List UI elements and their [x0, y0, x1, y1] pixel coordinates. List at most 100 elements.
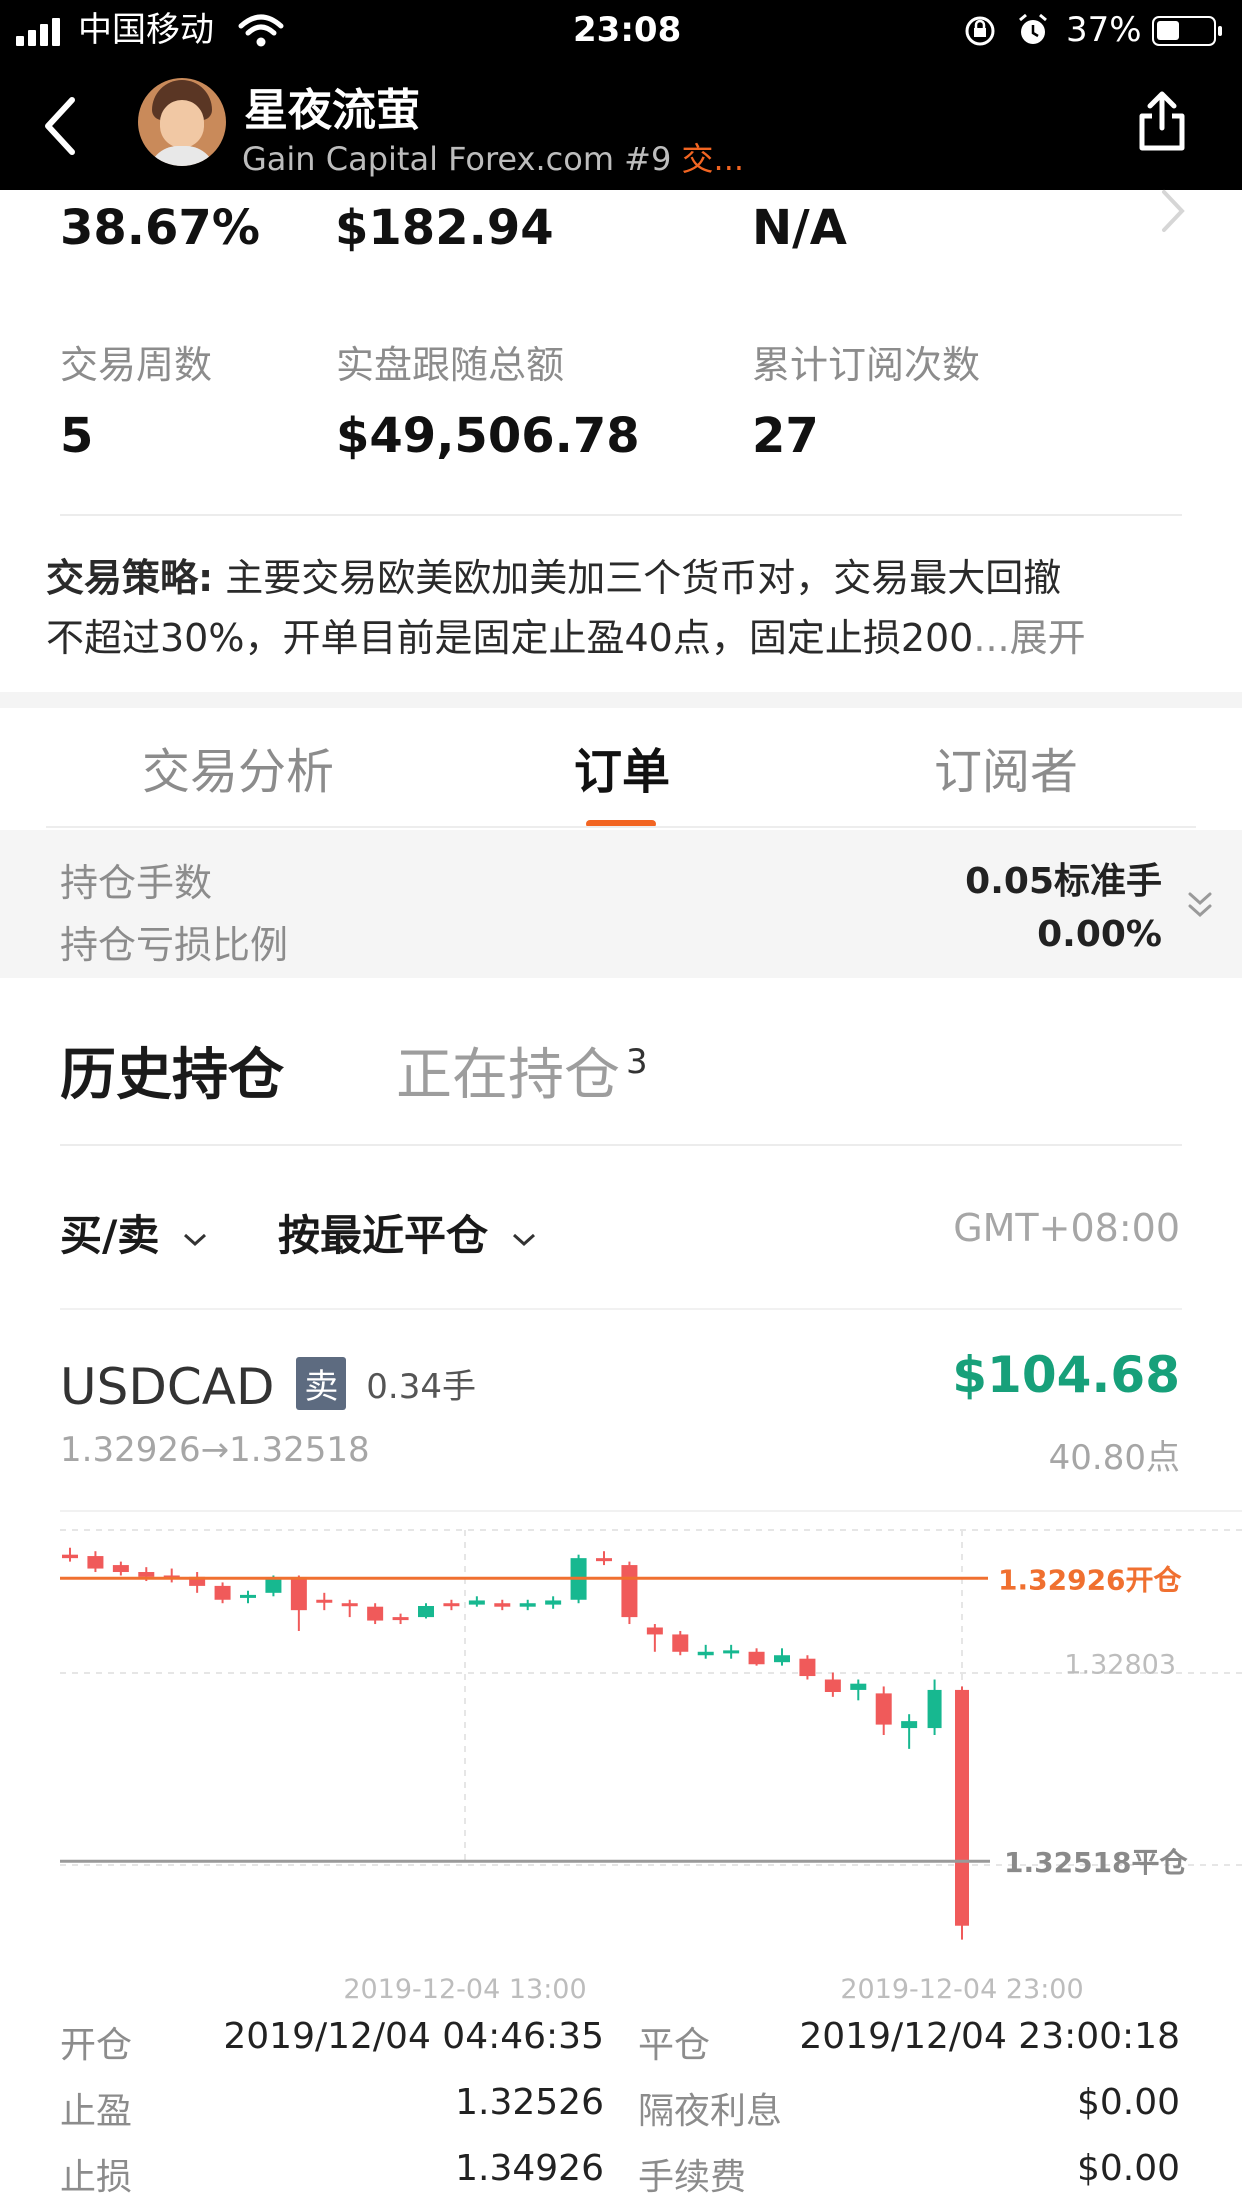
- card-divider: [60, 1510, 1242, 1512]
- candle-body: [748, 1651, 765, 1665]
- broker-name: Gain Capital Forex.com #9: [242, 140, 672, 178]
- take-profit-value: 1.32526: [455, 2082, 604, 2123]
- stop-loss-value: 1.34926: [455, 2148, 604, 2189]
- candle-body: [646, 1627, 663, 1635]
- candle-body: [265, 1578, 282, 1593]
- loss-ratio-value: 0.00%: [1037, 914, 1162, 955]
- candle-body: [850, 1683, 867, 1690]
- close-time-value: 2019/12/04 23:00:18: [799, 2016, 1180, 2057]
- candle-body: [240, 1594, 256, 1598]
- subscriptions-value: 27: [752, 408, 819, 464]
- strategy-ellipsis: ...: [973, 616, 1010, 660]
- candle-body: [112, 1565, 129, 1573]
- share-icon[interactable]: [1136, 90, 1188, 152]
- subtab-open[interactable]: 正在持仓 3: [396, 1030, 648, 1111]
- divider: [60, 514, 1182, 516]
- candle-body: [214, 1585, 231, 1600]
- x-tick-label: 2019-12-04 23:00: [840, 1974, 1083, 2005]
- subtab-history[interactable]: 历史持仓: [60, 1030, 284, 1111]
- candle-body: [138, 1572, 155, 1577]
- sort-filter-label: 按最近平仓: [278, 1211, 489, 1260]
- position-summary[interactable]: 持仓手数 0.05标准手 持仓亏损比例 0.00%: [0, 830, 1242, 978]
- candle-body: [62, 1554, 78, 1559]
- trade-header[interactable]: USDCAD 卖 0.34手: [60, 1357, 476, 1416]
- weeks-label: 交易周数: [60, 343, 213, 387]
- lots-label: 持仓手数: [60, 861, 213, 905]
- stat-profit: $182.94: [335, 200, 554, 256]
- trade-points: 40.80点: [1048, 1438, 1180, 1478]
- tab-analysis[interactable]: 交易分析: [142, 732, 334, 802]
- side-filter-label: 买/卖: [60, 1211, 160, 1260]
- candle-body: [443, 1603, 460, 1607]
- fee-label: 手续费: [638, 2157, 747, 2198]
- candle-body: [824, 1679, 841, 1692]
- candle-body: [596, 1558, 612, 1562]
- candle-body: [418, 1606, 434, 1618]
- battery-percent: 37%: [1066, 10, 1142, 50]
- candle-body: [723, 1650, 740, 1654]
- alarm-icon: [1019, 13, 1047, 44]
- follow-total-label: 实盘跟随总额: [336, 343, 565, 387]
- candle-body: [927, 1689, 942, 1729]
- trade-symbol: USDCAD: [60, 1358, 275, 1416]
- candle-body: [774, 1655, 790, 1663]
- strategy-label: 交易策略:: [46, 556, 214, 600]
- take-profit-label: 止盈: [60, 2091, 133, 2132]
- side-filter[interactable]: 买/卖: [60, 1202, 208, 1263]
- subtab-open-label: 正在持仓: [396, 1043, 620, 1108]
- tab-orders[interactable]: 订单: [574, 732, 670, 802]
- broker-tag: 交...: [681, 140, 745, 178]
- candle-body: [955, 1689, 969, 1926]
- stat-return: 38.67%: [60, 200, 260, 256]
- trade-lots: 0.34手: [366, 1367, 476, 1407]
- avatar[interactable]: [138, 78, 226, 166]
- side-tag: 卖: [296, 1357, 347, 1410]
- lots-value: 0.05标准手: [965, 861, 1162, 902]
- open-count-badge: 3: [626, 1042, 648, 1082]
- candle-body: [87, 1556, 104, 1569]
- chevron-right-icon[interactable]: [1158, 188, 1188, 234]
- clock: 23:08: [573, 10, 682, 50]
- sort-filter[interactable]: 按最近平仓: [278, 1202, 537, 1263]
- swap-value: $0.00: [1076, 2082, 1180, 2123]
- wifi-icon: [238, 14, 284, 47]
- swap-label: 隔夜利息: [638, 2091, 783, 2132]
- tab-subscribers[interactable]: 订阅者: [934, 732, 1078, 802]
- expand-link[interactable]: 展开: [1010, 616, 1086, 660]
- trade-profit: $104.68: [952, 1346, 1180, 1404]
- loss-ratio-label: 持仓亏损比例: [60, 923, 289, 967]
- strategy-text: 交易策略: 主要交易欧美欧加美加三个货币对，交易最大回撤 不超过30%，开单目前…: [46, 548, 1086, 668]
- trade-price-range: 1.32926→1.32518: [60, 1430, 370, 1470]
- candle-body: [316, 1599, 333, 1603]
- candle-body: [341, 1603, 358, 1607]
- x-tick-label: 2019-12-04 13:00: [343, 1974, 586, 2005]
- candle-body: [799, 1658, 816, 1677]
- candle-body: [519, 1603, 536, 1607]
- candle-body: [392, 1617, 409, 1621]
- strategy-line2: 不超过30%，开单目前是固定止盈40点，固定止损200: [46, 616, 974, 660]
- double-chevron-down-icon[interactable]: [1186, 890, 1214, 920]
- subtabs-divider: [60, 1144, 1182, 1146]
- carrier: 中国移动: [78, 10, 214, 50]
- close-price-label: 1.32518平仓: [1004, 1846, 1189, 1879]
- back-icon[interactable]: [40, 96, 80, 156]
- signal-icon: [16, 18, 66, 46]
- section-gap: [0, 692, 1242, 708]
- trader-name: 星夜流萤: [244, 85, 420, 136]
- tabs-divider: [46, 826, 1196, 828]
- filters-divider: [60, 1308, 1182, 1310]
- open-time-value: 2019/12/04 04:46:35: [223, 2016, 604, 2057]
- candle-body: [621, 1565, 638, 1618]
- candle-body: [901, 1721, 918, 1729]
- broker-subtitle: Gain Capital Forex.com #9 交...: [242, 134, 744, 180]
- orientation-lock-icon: [965, 16, 995, 46]
- fee-value: $0.00: [1076, 2148, 1180, 2189]
- close-time-label: 平仓: [638, 2025, 711, 2066]
- chart-grid: 2019-12-04 13:00 2019-12-04 23:00: [60, 1529, 1242, 2005]
- timezone-label: GMT+08:00: [953, 1206, 1180, 1250]
- top-bar: 中国移动 23:08 37% 星夜流萤 Gain Capital Forex.c…: [0, 0, 1242, 190]
- chevron-down-icon: [183, 1233, 206, 1247]
- battery-icon: [1152, 16, 1222, 46]
- strategy-line1: 主要交易欧美欧加美加三个货币对，交易最大回撤: [225, 556, 1062, 600]
- candlestick-chart: 2019-12-04 13:00 2019-12-04 23:00 1.32926…: [60, 1529, 1242, 2005]
